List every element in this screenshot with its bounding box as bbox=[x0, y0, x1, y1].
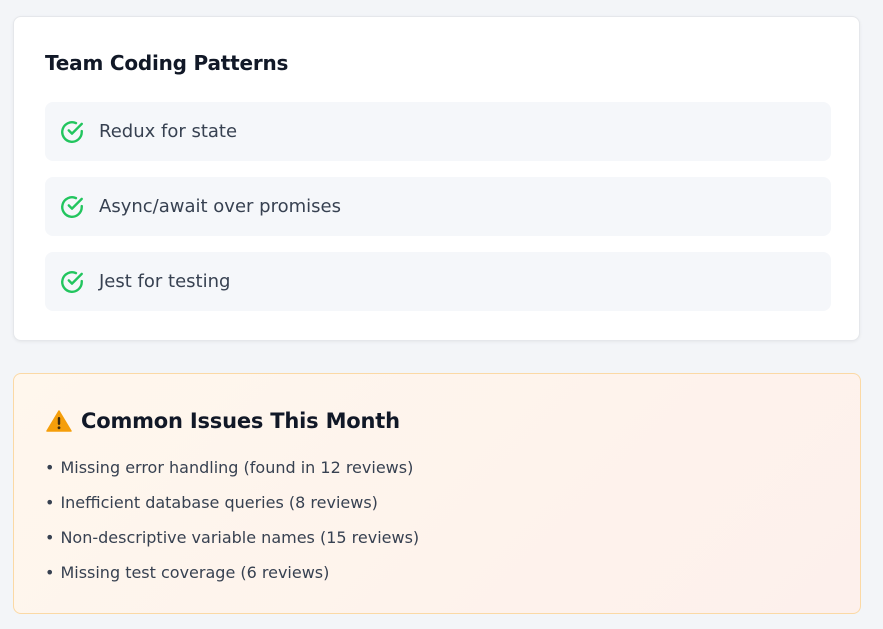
issue-text: Missing error handling (found in 12 revi… bbox=[60, 458, 414, 477]
issue-item: • Missing error handling (found in 12 rev… bbox=[45, 456, 419, 491]
common-issues-card: Common Issues This Month • Missing error … bbox=[13, 373, 861, 614]
issue-item: • Non-descriptive variable names (15 revi… bbox=[45, 526, 419, 561]
bullet: • bbox=[45, 493, 55, 512]
pattern-item-jest: Jest for testing bbox=[45, 252, 831, 311]
pattern-item-redux: Redux for state bbox=[45, 102, 831, 161]
check-circle-icon bbox=[61, 195, 83, 218]
pattern-label: Redux for state bbox=[99, 121, 238, 142]
issue-text: Non-descriptive variable names (15 revie… bbox=[60, 528, 420, 547]
issues-header: Common Issues This Month bbox=[46, 409, 400, 433]
pattern-list: Redux for state Async/await over promise… bbox=[45, 102, 831, 327]
issue-item: • Inefficient database queries (8 reviews… bbox=[45, 491, 419, 526]
issue-text: Inefficient database queries (8 reviews) bbox=[60, 493, 378, 512]
bullet: • bbox=[45, 563, 55, 582]
pattern-label: Jest for testing bbox=[99, 271, 231, 292]
pattern-item-async-await: Async/await over promises bbox=[45, 177, 831, 236]
bullet: • bbox=[45, 458, 55, 477]
warning-icon bbox=[46, 410, 72, 432]
check-circle-icon bbox=[61, 270, 83, 293]
patterns-title: Team Coding Patterns bbox=[45, 51, 289, 75]
issue-item: • Missing test coverage (6 reviews) bbox=[45, 561, 419, 596]
issue-text: Missing test coverage (6 reviews) bbox=[60, 563, 330, 582]
team-coding-patterns-card: Team Coding Patterns Redux for state Asy… bbox=[13, 16, 860, 341]
bullet: • bbox=[45, 528, 55, 547]
issues-title: Common Issues This Month bbox=[81, 409, 400, 433]
check-circle-icon bbox=[61, 120, 83, 143]
issue-list: • Missing error handling (found in 12 rev… bbox=[45, 456, 419, 596]
pattern-label: Async/await over promises bbox=[99, 196, 341, 217]
